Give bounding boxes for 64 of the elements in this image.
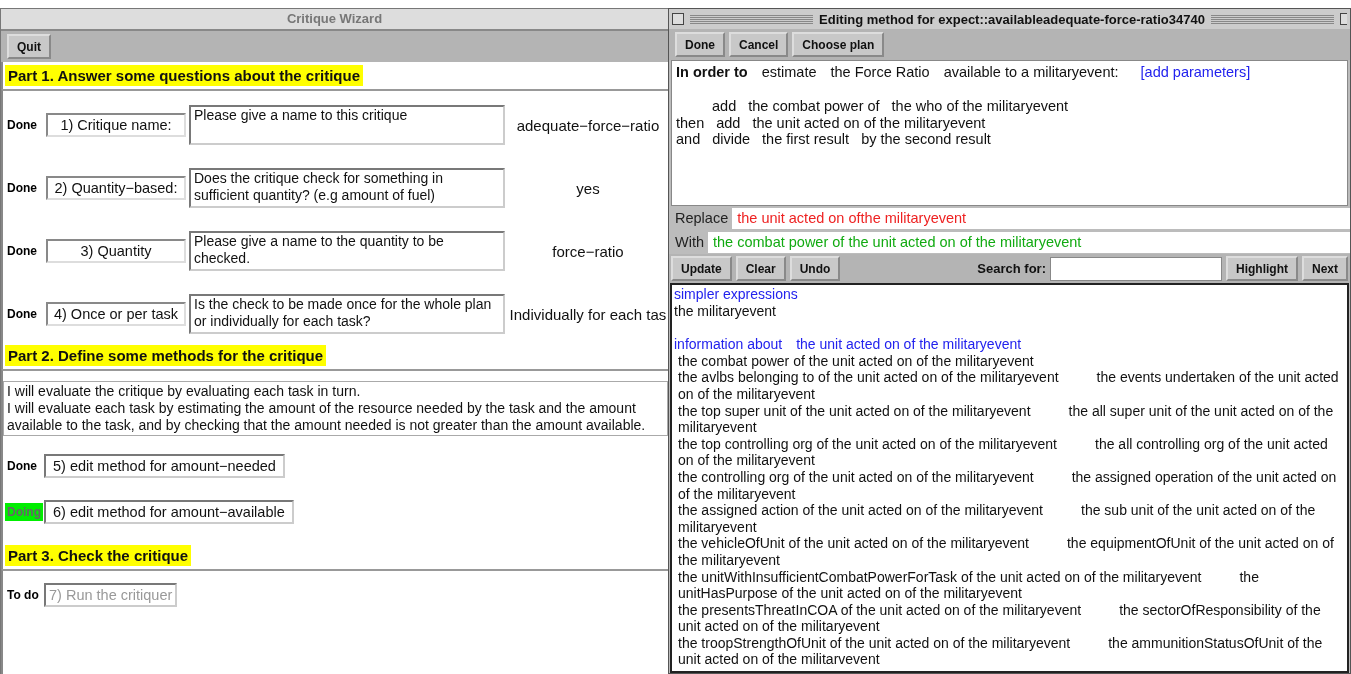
method-goal-text: the Force Ratio [830, 64, 930, 80]
question-label: 1) Critique name: [46, 113, 186, 137]
section-heading: Part 2. Define some methods for the critique [5, 345, 327, 366]
question-prompt: Please give a name to this critique [189, 105, 505, 145]
method-step-text: divide [712, 131, 751, 148]
connector-word: and [676, 131, 701, 148]
method-step-text: add [712, 98, 737, 115]
status-label: Doing [5, 503, 43, 521]
method-step-text: the first result [762, 131, 850, 148]
close-box-icon[interactable] [672, 13, 684, 25]
status-label: Done [6, 244, 38, 258]
question-label: 4) Once or per task [46, 302, 186, 326]
toolbar-button[interactable]: Done [675, 32, 725, 57]
search-button[interactable]: Highlight [1226, 256, 1298, 281]
method-step-text: the unit acted on of the militaryevent [752, 114, 986, 131]
toolbar-button[interactable]: Cancel [729, 32, 789, 57]
status-label: Done [6, 459, 38, 473]
method-step-text: by the second result [861, 131, 991, 148]
answer-text: adequate−force−ratio [515, 116, 661, 134]
method-goal-text: estimate [761, 64, 817, 80]
section-heading: Part 1. Answer some questions about the critique [5, 65, 364, 86]
replace-label: Replace [675, 210, 729, 226]
answer-text: yes [575, 179, 601, 197]
method-step-text: the combat power of [748, 98, 880, 115]
search-button[interactable]: Next [1302, 256, 1348, 281]
question-prompt: Please give a name to the quantity to be checked. [189, 231, 505, 271]
connector-word: then [676, 114, 705, 131]
method-goal-text: available to a militaryevent: [943, 64, 1119, 80]
expression-row[interactable]: the troopStrengthOfUnit of the unit acted on of the militaryevent the ammunitionStatusOfUnit of the unit acted on of the militarvevent [674, 634, 1345, 669]
status-label: To do [6, 588, 40, 602]
description-text: I will evaluate the critique by evaluating each task in turn. I will evaluate each task by estimating the amount of the resource needed by the task and the amount available to the task, and by checking that the amount needed is not greater than the amount available. [3, 381, 668, 436]
action-button[interactable]: Update [671, 256, 732, 281]
results-heading: the unit acted on of the militaryevent [796, 336, 1022, 353]
method-lead: In order to [676, 64, 748, 80]
method-step-text: the who of the militaryevent [891, 98, 1069, 115]
answer-text: Individually for each tas [508, 305, 668, 323]
toolbar-button[interactable]: Choose plan [792, 32, 885, 57]
replace-field[interactable]: the unit acted on ofthe militaryevent [732, 207, 1350, 229]
quit-button[interactable]: Quit [7, 34, 51, 59]
answer-text: force−ratio [551, 242, 625, 260]
expression-row[interactable]: the combat power of the unit acted on of the militaryevent [674, 352, 1345, 370]
add-parameters-link[interactable]: [add parameters] [1140, 64, 1251, 80]
step-button[interactable]: 5) edit method for amount−needed [44, 454, 285, 478]
status-label: Done [6, 118, 38, 132]
expression-text[interactable]: the militaryevent [674, 302, 1345, 320]
method-step-text: add [716, 114, 741, 131]
section-heading: Part 3. Check the critique [5, 545, 192, 566]
question-prompt: Does the critique check for something in sufficient quantity? (e.g amount of fuel) [189, 168, 505, 208]
search-field[interactable] [1050, 256, 1222, 281]
step-button[interactable]: 6) edit method for amount−available [44, 500, 294, 524]
question-label: 2) Quantity−based: [46, 176, 186, 200]
zoom-box-icon[interactable] [1340, 13, 1347, 25]
results-heading: simpler expressions [674, 286, 799, 303]
results-heading: information about [674, 336, 783, 353]
window-title: Editing method for expect::availableadequate-force-ratio34740 [819, 11, 1205, 27]
action-button[interactable]: Undo [789, 256, 841, 281]
window-title: Critique Wizard [1, 9, 668, 31]
status-label: Done [6, 181, 38, 195]
question-prompt: Is the check to be made once for the whole plan or individually for each task? [189, 294, 505, 334]
search-label: Search for: [977, 261, 1046, 276]
with-label: With [675, 234, 704, 250]
status-label: Done [6, 307, 38, 321]
question-label: 3) Quantity [46, 239, 186, 263]
action-button[interactable]: Clear [735, 256, 786, 281]
